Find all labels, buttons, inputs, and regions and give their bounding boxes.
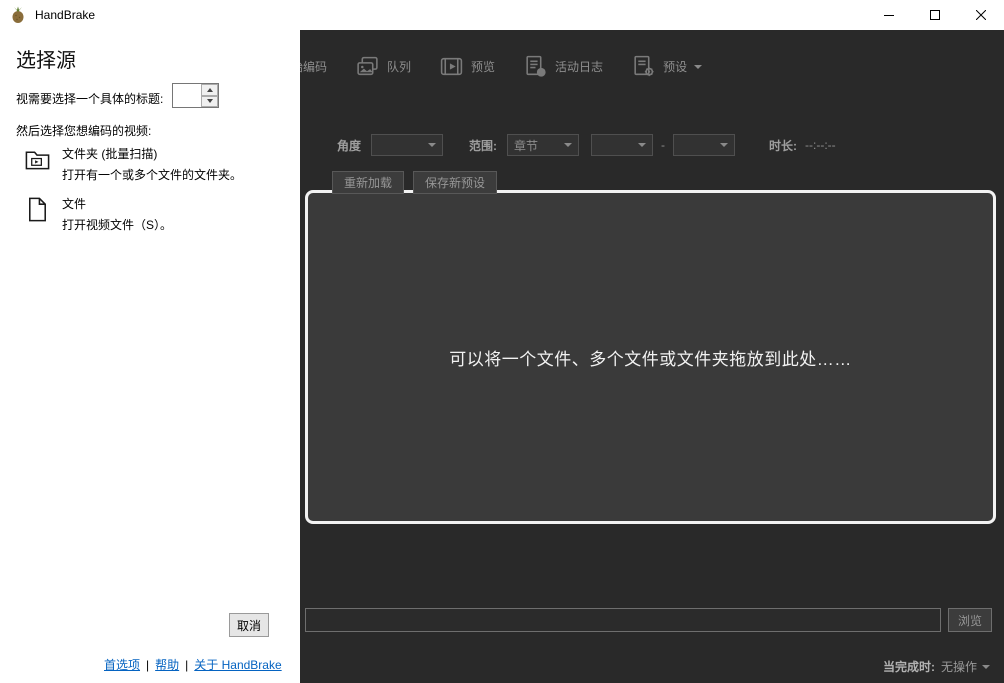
close-icon bbox=[976, 10, 986, 20]
toolbar-preview-label: 预览 bbox=[471, 60, 496, 74]
window-controls bbox=[866, 0, 1004, 30]
range-label: 范围: bbox=[469, 138, 498, 153]
source-option-file-desc: 打开视频文件（S）。 bbox=[62, 218, 173, 232]
toolbar-activity-log-button[interactable]: i 活动日志 bbox=[523, 54, 603, 79]
save-new-preset-button[interactable]: 保存新预设 bbox=[413, 171, 498, 194]
toolbar-queue-button[interactable]: 队列 bbox=[355, 54, 411, 79]
title-number-spinner bbox=[172, 83, 219, 108]
title-field-label: 视需要选择一个具体的标题: bbox=[16, 92, 164, 106]
cancel-button[interactable]: 取消 bbox=[229, 613, 269, 637]
about-handbrake-link[interactable]: 关于 HandBrake bbox=[194, 656, 281, 673]
reload-button[interactable]: 重新加载 bbox=[332, 171, 405, 194]
spinner-up-button[interactable] bbox=[201, 84, 218, 96]
when-done-value: 无操作 bbox=[940, 660, 977, 674]
source-panel: 选择源 视需要选择一个具体的标题: 然后选择您想编码的视频: 文件夹 (批量扫描… bbox=[0, 30, 300, 683]
chevron-down-icon bbox=[982, 664, 990, 669]
preview-icon bbox=[439, 54, 464, 79]
duration-label: 时长: bbox=[769, 138, 798, 153]
spinner-buttons bbox=[201, 84, 218, 107]
duration-value: --:--:-- bbox=[805, 138, 836, 152]
footer-separator: | bbox=[146, 657, 150, 672]
titlebar: HandBrake bbox=[0, 0, 1004, 30]
source-option-file-text: 文件 打开视频文件（S）。 bbox=[62, 195, 172, 233]
presets-icon bbox=[631, 54, 656, 79]
source-option-folder-title: 文件夹 (批量扫描) bbox=[62, 147, 158, 161]
toolbar-presets-button[interactable]: 预设 bbox=[631, 54, 703, 79]
toolbar-activity-log-label: 活动日志 bbox=[555, 60, 604, 74]
handbrake-window: HandBrake 开始编码 队列 预览 i 活动日志 预设 角度 范围: 章节… bbox=[0, 0, 1004, 683]
minimize-button[interactable] bbox=[866, 0, 912, 30]
source-option-folder[interactable]: 文件夹 (批量扫描) 打开有一个或多个文件的文件夹。 bbox=[24, 145, 242, 183]
maximize-icon bbox=[930, 10, 940, 20]
file-icon bbox=[24, 195, 51, 224]
angle-label: 角度 bbox=[337, 138, 362, 153]
source-option-folder-desc: 打开有一个或多个文件的文件夹。 bbox=[62, 168, 243, 182]
toolbar-presets-label: 预设 bbox=[663, 60, 688, 74]
source-option-file-title: 文件 bbox=[62, 197, 87, 211]
source-panel-title: 选择源 bbox=[16, 50, 76, 72]
footer-separator: | bbox=[185, 657, 189, 672]
source-option-folder-text: 文件夹 (批量扫描) 打开有一个或多个文件的文件夹。 bbox=[62, 145, 242, 183]
preset-actions: 重新加载 保存新预设 bbox=[332, 171, 498, 194]
chevron-down-icon bbox=[428, 143, 437, 147]
maximize-button[interactable] bbox=[912, 0, 958, 30]
range-separator: - bbox=[661, 138, 666, 152]
preferences-link[interactable]: 首选项 bbox=[104, 656, 140, 673]
arrow-down-icon bbox=[206, 99, 213, 104]
handbrake-logo-icon bbox=[9, 6, 27, 24]
range-controls: 角度 范围: 章节 - 时长: --:--:-- bbox=[337, 133, 836, 157]
range-end-select[interactable] bbox=[673, 134, 736, 156]
minimize-icon bbox=[884, 15, 894, 16]
chevron-down-icon bbox=[694, 64, 703, 69]
folder-batch-scan-icon bbox=[24, 145, 51, 174]
close-button[interactable] bbox=[958, 0, 1004, 30]
angle-select[interactable] bbox=[371, 134, 444, 156]
svg-text:i: i bbox=[540, 70, 542, 77]
destination-input[interactable] bbox=[305, 608, 941, 632]
help-link[interactable]: 帮助 bbox=[155, 656, 179, 673]
source-panel-footer: 首选项 | 帮助 | 关于 HandBrake bbox=[104, 656, 282, 673]
browse-button[interactable]: 浏览 bbox=[948, 608, 992, 632]
chevron-down-icon bbox=[564, 143, 573, 147]
spinner-down-button[interactable] bbox=[201, 95, 218, 107]
source-option-file[interactable]: 文件 打开视频文件（S）。 bbox=[24, 195, 172, 233]
source-panel-subtitle: 然后选择您想编码的视频: bbox=[16, 124, 152, 138]
range-type-select[interactable]: 章节 bbox=[507, 134, 580, 156]
toolbar: 开始编码 队列 预览 i 活动日志 预设 bbox=[247, 54, 703, 79]
destination-row: 浏览 bbox=[305, 608, 992, 632]
title-number-input[interactable] bbox=[173, 84, 201, 107]
arrow-up-icon bbox=[206, 87, 213, 92]
when-done-select[interactable]: 无操作 bbox=[941, 658, 990, 675]
queue-icon bbox=[355, 54, 380, 79]
window-title: HandBrake bbox=[35, 8, 96, 22]
dropzone-hint-text: 可以将一个文件、多个文件或文件夹拖放到此处…… bbox=[449, 349, 852, 369]
toolbar-queue-label: 队列 bbox=[387, 60, 412, 74]
when-done-label: 当完成时: bbox=[882, 660, 935, 674]
file-dropzone[interactable]: 可以将一个文件、多个文件或文件夹拖放到此处…… bbox=[305, 190, 996, 524]
range-start-select[interactable] bbox=[591, 134, 654, 156]
toolbar-preview-button[interactable]: 预览 bbox=[439, 54, 495, 79]
activity-log-icon: i bbox=[523, 54, 548, 79]
chevron-down-icon bbox=[638, 143, 647, 147]
chevron-down-icon bbox=[720, 143, 729, 147]
